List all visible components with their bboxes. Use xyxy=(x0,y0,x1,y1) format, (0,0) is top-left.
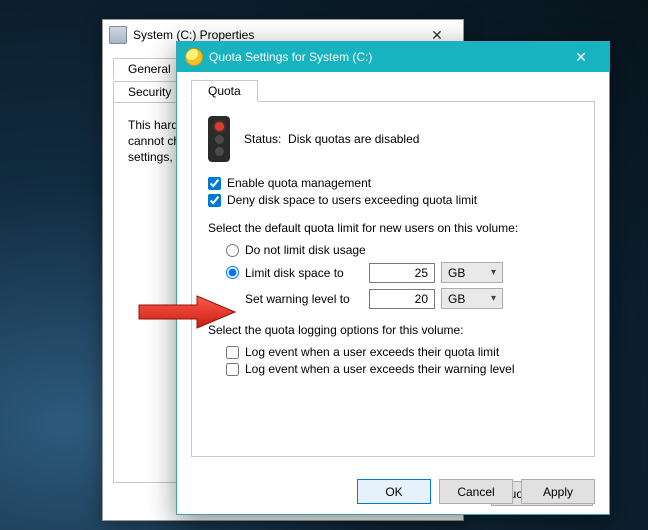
quota-settings-window: Quota Settings for System (C:) ✕ Quota S… xyxy=(176,41,610,515)
log-limit-input[interactable] xyxy=(226,346,239,359)
limit-radio[interactable]: Limit disk space to GB ▾ xyxy=(226,262,578,283)
limit-section-label: Select the default quota limit for new u… xyxy=(208,221,578,235)
log-warning-input[interactable] xyxy=(226,363,239,376)
quota-titlebar[interactable]: Quota Settings for System (C:) ✕ xyxy=(177,42,609,72)
no-limit-input[interactable] xyxy=(226,244,239,257)
trafficlight-icon xyxy=(208,116,230,162)
log-limit-checkbox[interactable]: Log event when a user exceeds their quot… xyxy=(226,345,578,359)
quota-ok-button[interactable]: OK xyxy=(357,479,431,504)
properties-title: System (C:) Properties xyxy=(133,28,417,42)
tab-general[interactable]: General xyxy=(113,58,186,79)
quota-title: Quota Settings for System (C:) xyxy=(209,50,559,64)
deny-space-checkbox[interactable]: Deny disk space to users exceeding quota… xyxy=(208,193,578,207)
close-icon: ✕ xyxy=(575,50,587,64)
no-limit-radio[interactable]: Do not limit disk usage xyxy=(226,243,578,257)
chevron-down-icon: ▾ xyxy=(491,267,496,278)
status-text: Status: Disk quotas are disabled xyxy=(244,132,419,146)
deny-space-input[interactable] xyxy=(208,194,221,207)
warning-label: Set warning level to xyxy=(245,292,363,306)
limit-value-input[interactable] xyxy=(369,263,435,283)
quota-apply-button[interactable]: Apply xyxy=(521,479,595,504)
quota-panel: Status: Disk quotas are disabled Enable … xyxy=(191,101,595,457)
close-icon: ✕ xyxy=(431,28,443,42)
limit-input[interactable] xyxy=(226,266,239,279)
warning-unit-select[interactable]: GB ▾ xyxy=(441,288,503,309)
log-warning-checkbox[interactable]: Log event when a user exceeds their warn… xyxy=(226,362,578,376)
tab-quota[interactable]: Quota xyxy=(191,80,258,102)
drive-icon xyxy=(109,26,127,44)
enable-quota-input[interactable] xyxy=(208,177,221,190)
enable-quota-checkbox[interactable]: Enable quota management xyxy=(208,176,578,190)
logging-section-label: Select the quota logging options for thi… xyxy=(208,323,578,337)
quota-close-button[interactable]: ✕ xyxy=(559,42,603,72)
warning-value-input[interactable] xyxy=(369,289,435,309)
chevron-down-icon: ▾ xyxy=(491,293,496,304)
quota-cancel-button[interactable]: Cancel xyxy=(439,479,513,504)
quota-app-icon xyxy=(185,48,203,66)
limit-unit-select[interactable]: GB ▾ xyxy=(441,262,503,283)
